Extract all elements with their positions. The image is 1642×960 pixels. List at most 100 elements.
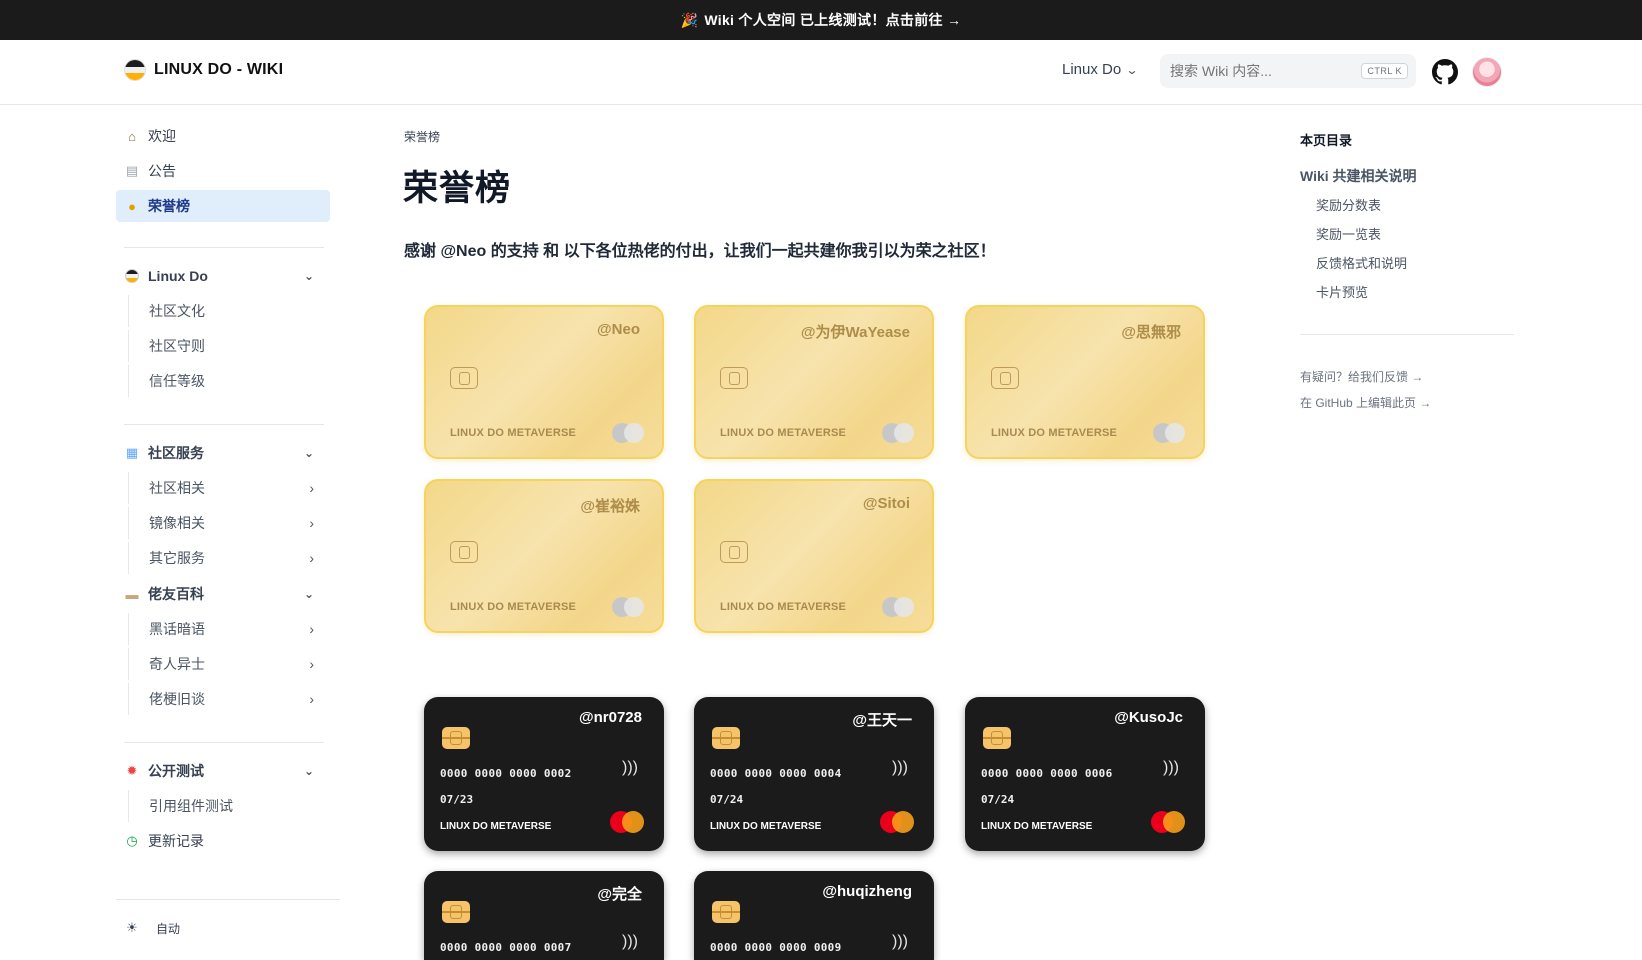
card-number: 0000 0000 0000 0004 [710,767,842,780]
sidebar-group-label: 社区服务 [148,445,204,461]
card-chip-icon [720,541,748,563]
card-holder-name: @思無邪 [1121,324,1181,341]
mastercard-icon [610,811,644,833]
toc-divider [1300,334,1514,335]
dark-card: @KusoJc 0000 0000 0000 0006 ))) 07/24 LI… [965,697,1205,851]
sidebar-group-services[interactable]: ▦ 社区服务 ⌄ [116,437,330,469]
card-chip-icon [450,541,478,563]
card-chip-icon [712,901,740,923]
sidebar-item-label: 更新记录 [148,833,204,849]
contactless-icon: ))) [892,933,908,950]
sidebar-item-changelog[interactable]: ◷ 更新记录 [116,825,330,857]
contactless-icon: ))) [892,759,908,776]
card-holder-name: @崔裕姝 [580,498,640,515]
sidebar-group-public-test[interactable]: ✹ 公开测试 ⌄ [116,755,330,787]
sun-icon: ☀ [126,920,138,935]
sidebar-item-other-services[interactable]: 其它服务 › [128,542,330,574]
sidebar-item-rules[interactable]: 社区守则 [128,330,330,362]
clock-icon: ◷ [126,833,138,848]
toc-link-reward-scores[interactable]: 奖励分数表 [1316,195,1381,214]
chevron-right-icon: › [309,691,314,707]
theme-label: 自动 [156,921,181,936]
card-number: 0000 0000 0000 0002 [440,767,572,780]
sidebar-group-label: Linux Do [148,268,208,284]
toc-link-card-preview[interactable]: 卡片预览 [1316,282,1368,301]
sidebar-item-welcome[interactable]: ⌂ 欢迎 [116,120,330,152]
linuxdo-logo-icon [124,59,146,81]
card-expiry: 07/24 [981,793,1015,806]
clipboard-icon: ▤ [125,163,139,178]
top-navbar: LINUX DO - WIKI Linux Do ⌄ CTRL K [0,40,1642,105]
dark-card: @nr0728 0000 0000 0000 0002 ))) 07/23 LI… [424,697,664,851]
bug-icon: ✹ [126,763,138,778]
card-chip-icon [983,727,1011,749]
sidebar-item-quote-test[interactable]: 引用组件测试 [128,790,330,822]
announcement-banner[interactable]: 🎉 Wiki 个人空间 已上线测试！点击前往 → [0,0,1642,40]
gold-card: @Sitoi LINUX DO METAVERSE [694,479,934,633]
house-icon: ⌂ [128,128,136,144]
toc-link-reward-list[interactable]: 奖励一览表 [1316,224,1381,243]
dark-card: @王天一 0000 0000 0000 0004 ))) 07/24 LINUX… [694,697,934,851]
sidebar-item-notables[interactable]: 奇人异士 › [128,648,330,680]
card-brand: LINUX DO METAVERSE [720,601,847,613]
book-icon: ▬ [125,586,139,602]
medal-icon: ● [128,198,136,214]
intro-text: 感谢 @Neo 的支持 和 以下各位热佬的付出，让我们一起共建你我引以为荣之社区… [404,243,996,260]
party-popper-icon: 🎉 [680,11,699,28]
sidebar-divider [124,742,324,743]
chevron-down-icon: ⌄ [1125,62,1139,77]
sidebar-item-trust-levels[interactable]: 信任等级 [128,365,330,397]
toc-title: 本页目录 [1300,133,1353,148]
linuxdo-logo-icon [124,268,140,284]
site-logo[interactable]: LINUX DO - WIKI [124,59,283,81]
card-expiry: 07/23 [440,793,474,806]
sidebar-item-community[interactable]: 社区相关 › [128,472,330,504]
sidebar-item-label: 公告 [148,163,176,179]
card-holder-name: @Neo [597,321,640,338]
sidebar-item-honor-roll[interactable]: ● 荣誉榜 [116,190,330,222]
nav-dropdown-label: Linux Do [1062,61,1122,78]
sidebar-item-label: 黑话暗语 [149,621,205,637]
card-brand: LINUX DO METAVERSE [440,821,552,832]
toc-link-wiki-contrib[interactable]: Wiki 共建相关说明 [1300,166,1417,186]
card-chip-icon [991,367,1019,389]
gold-card: @崔裕姝 LINUX DO METAVERSE [424,479,664,633]
sidebar-divider [116,899,340,900]
card-number: 0000 0000 0000 0009 [710,941,842,954]
chevron-down-icon: ⌄ [303,587,314,601]
sidebar-item-announcements[interactable]: ▤ 公告 [116,155,330,187]
sidebar-item-slang[interactable]: 黑话暗语 › [128,613,330,645]
toggle-icon [612,597,644,617]
search-box[interactable]: CTRL K [1160,54,1416,88]
sidebar-item-mirrors[interactable]: 镜像相关 › [128,507,330,539]
feedback-link[interactable]: 有疑问？给我们反馈 → [1300,368,1423,385]
edit-on-github-link[interactable]: 在 GitHub 上编辑此页 → [1300,394,1431,411]
sidebar-group-linuxdo[interactable]: Linux Do ⌄ [116,260,330,292]
sidebar-group-encyclopedia[interactable]: ▬ 佬友百科 ⌄ [116,578,330,610]
nav-dropdown-linuxdo[interactable]: Linux Do ⌄ [1062,61,1139,78]
sidebar-item-label: 镜像相关 [149,515,205,531]
toc-link-feedback-format[interactable]: 反馈格式和说明 [1316,253,1407,272]
contactless-icon: ))) [622,933,638,950]
chevron-down-icon: ⌄ [303,446,314,460]
search-shortcut-badge: CTRL K [1361,63,1408,79]
search-input[interactable] [1170,63,1350,79]
sidebar-item-culture[interactable]: 社区文化 [128,295,330,327]
card-holder-name: @nr0728 [579,709,642,726]
contactless-icon: ))) [622,759,638,776]
theme-toggle[interactable]: ☀ 自动 [116,912,330,944]
github-icon[interactable] [1432,59,1458,85]
banner-text[interactable]: Wiki 个人空间 已上线测试！点击前往 → [704,10,961,30]
mastercard-icon [1151,811,1185,833]
sidebar-divider [124,424,324,425]
dark-card: @huqizheng 0000 0000 0000 0009 ))) [694,871,934,960]
user-avatar[interactable] [1472,57,1502,87]
card-holder-name: @为伊WaYease [800,324,910,341]
card-brand: LINUX DO METAVERSE [450,601,577,613]
card-brand: LINUX DO METAVERSE [710,821,822,832]
sidebar-item-label: 奇人异士 [149,656,205,672]
card-brand: LINUX DO METAVERSE [991,427,1118,439]
sidebar-item-memes[interactable]: 佬梗旧谈 › [128,683,330,715]
dark-card: @完全 0000 0000 0000 0007 ))) [424,871,664,960]
card-brand: LINUX DO METAVERSE [450,427,577,439]
